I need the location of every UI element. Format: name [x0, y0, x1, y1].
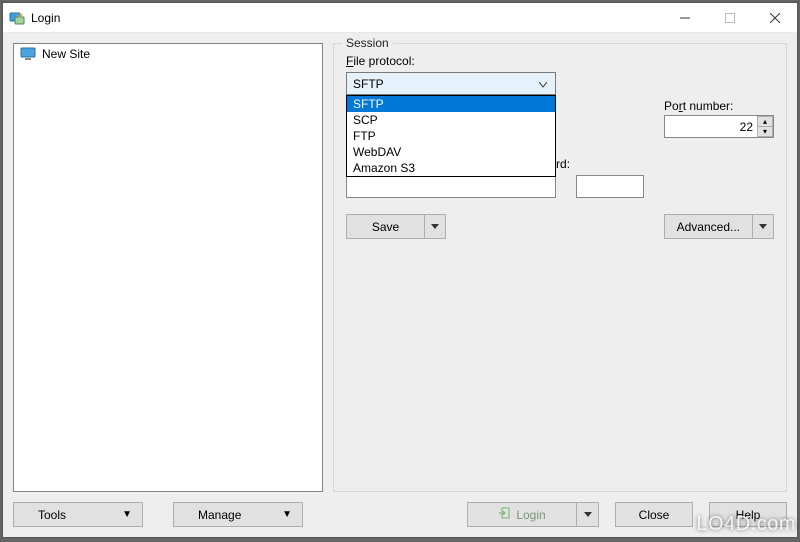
login-split-button[interactable]: Login: [467, 502, 599, 527]
file-protocol-value: SFTP: [353, 77, 384, 91]
user-name-input[interactable]: [346, 175, 556, 198]
port-number-stepper[interactable]: ▴ ▾: [757, 116, 773, 137]
advanced-button[interactable]: Advanced...: [664, 214, 752, 239]
login-button[interactable]: Login: [467, 502, 577, 527]
window-title: Login: [31, 11, 60, 25]
site-list-item-label: New Site: [42, 47, 90, 61]
login-icon: [498, 507, 510, 522]
bottom-button-bar: Tools ▼ Manage ▼: [13, 502, 787, 527]
file-protocol-label: File protocol:: [346, 54, 644, 68]
login-dropdown-button[interactable]: [577, 502, 599, 527]
chevron-down-icon: [535, 77, 551, 91]
tools-button[interactable]: Tools ▼: [13, 502, 143, 527]
client-area: New Site Session File protocol: SFTP: [3, 33, 797, 537]
save-button[interactable]: Save: [346, 214, 424, 239]
save-split-button[interactable]: Save: [346, 214, 446, 239]
file-protocol-option[interactable]: Amazon S3: [347, 160, 555, 176]
monitor-icon: [20, 47, 36, 61]
manage-button[interactable]: Manage ▼: [173, 502, 303, 527]
port-step-down[interactable]: ▾: [757, 127, 773, 137]
port-number-label: Port number:: [664, 99, 774, 113]
maximize-button[interactable]: [707, 3, 752, 32]
file-protocol-option[interactable]: SCP: [347, 112, 555, 128]
titlebar: Login: [3, 3, 797, 33]
chevron-down-icon: ▼: [282, 509, 292, 520]
minimize-button[interactable]: [662, 3, 707, 32]
password-input[interactable]: [576, 175, 644, 198]
save-dropdown-button[interactable]: [424, 214, 446, 239]
site-list-item[interactable]: New Site: [14, 44, 322, 64]
advanced-split-button[interactable]: Advanced...: [664, 214, 774, 239]
help-button[interactable]: Help: [709, 502, 787, 527]
file-protocol-option[interactable]: WebDAV: [347, 144, 555, 160]
file-protocol-option[interactable]: SFTP: [347, 96, 555, 112]
app-icon: [9, 10, 25, 26]
session-group: Session File protocol: SFTP: [333, 43, 787, 492]
port-step-up[interactable]: ▴: [757, 116, 773, 127]
session-legend: Session: [342, 36, 393, 50]
file-protocol-option[interactable]: FTP: [347, 128, 555, 144]
login-window: Login New Site: [2, 2, 798, 538]
chevron-down-icon: ▼: [122, 509, 132, 520]
close-button[interactable]: [752, 3, 797, 32]
close-dialog-button[interactable]: Close: [615, 502, 693, 527]
advanced-dropdown-button[interactable]: [752, 214, 774, 239]
file-protocol-combobox[interactable]: SFTP SFTP SCP FTP WebDAV Amazon S3: [346, 72, 556, 95]
site-list[interactable]: New Site: [13, 43, 323, 492]
file-protocol-dropdown[interactable]: SFTP SCP FTP WebDAV Amazon S3: [346, 95, 556, 177]
